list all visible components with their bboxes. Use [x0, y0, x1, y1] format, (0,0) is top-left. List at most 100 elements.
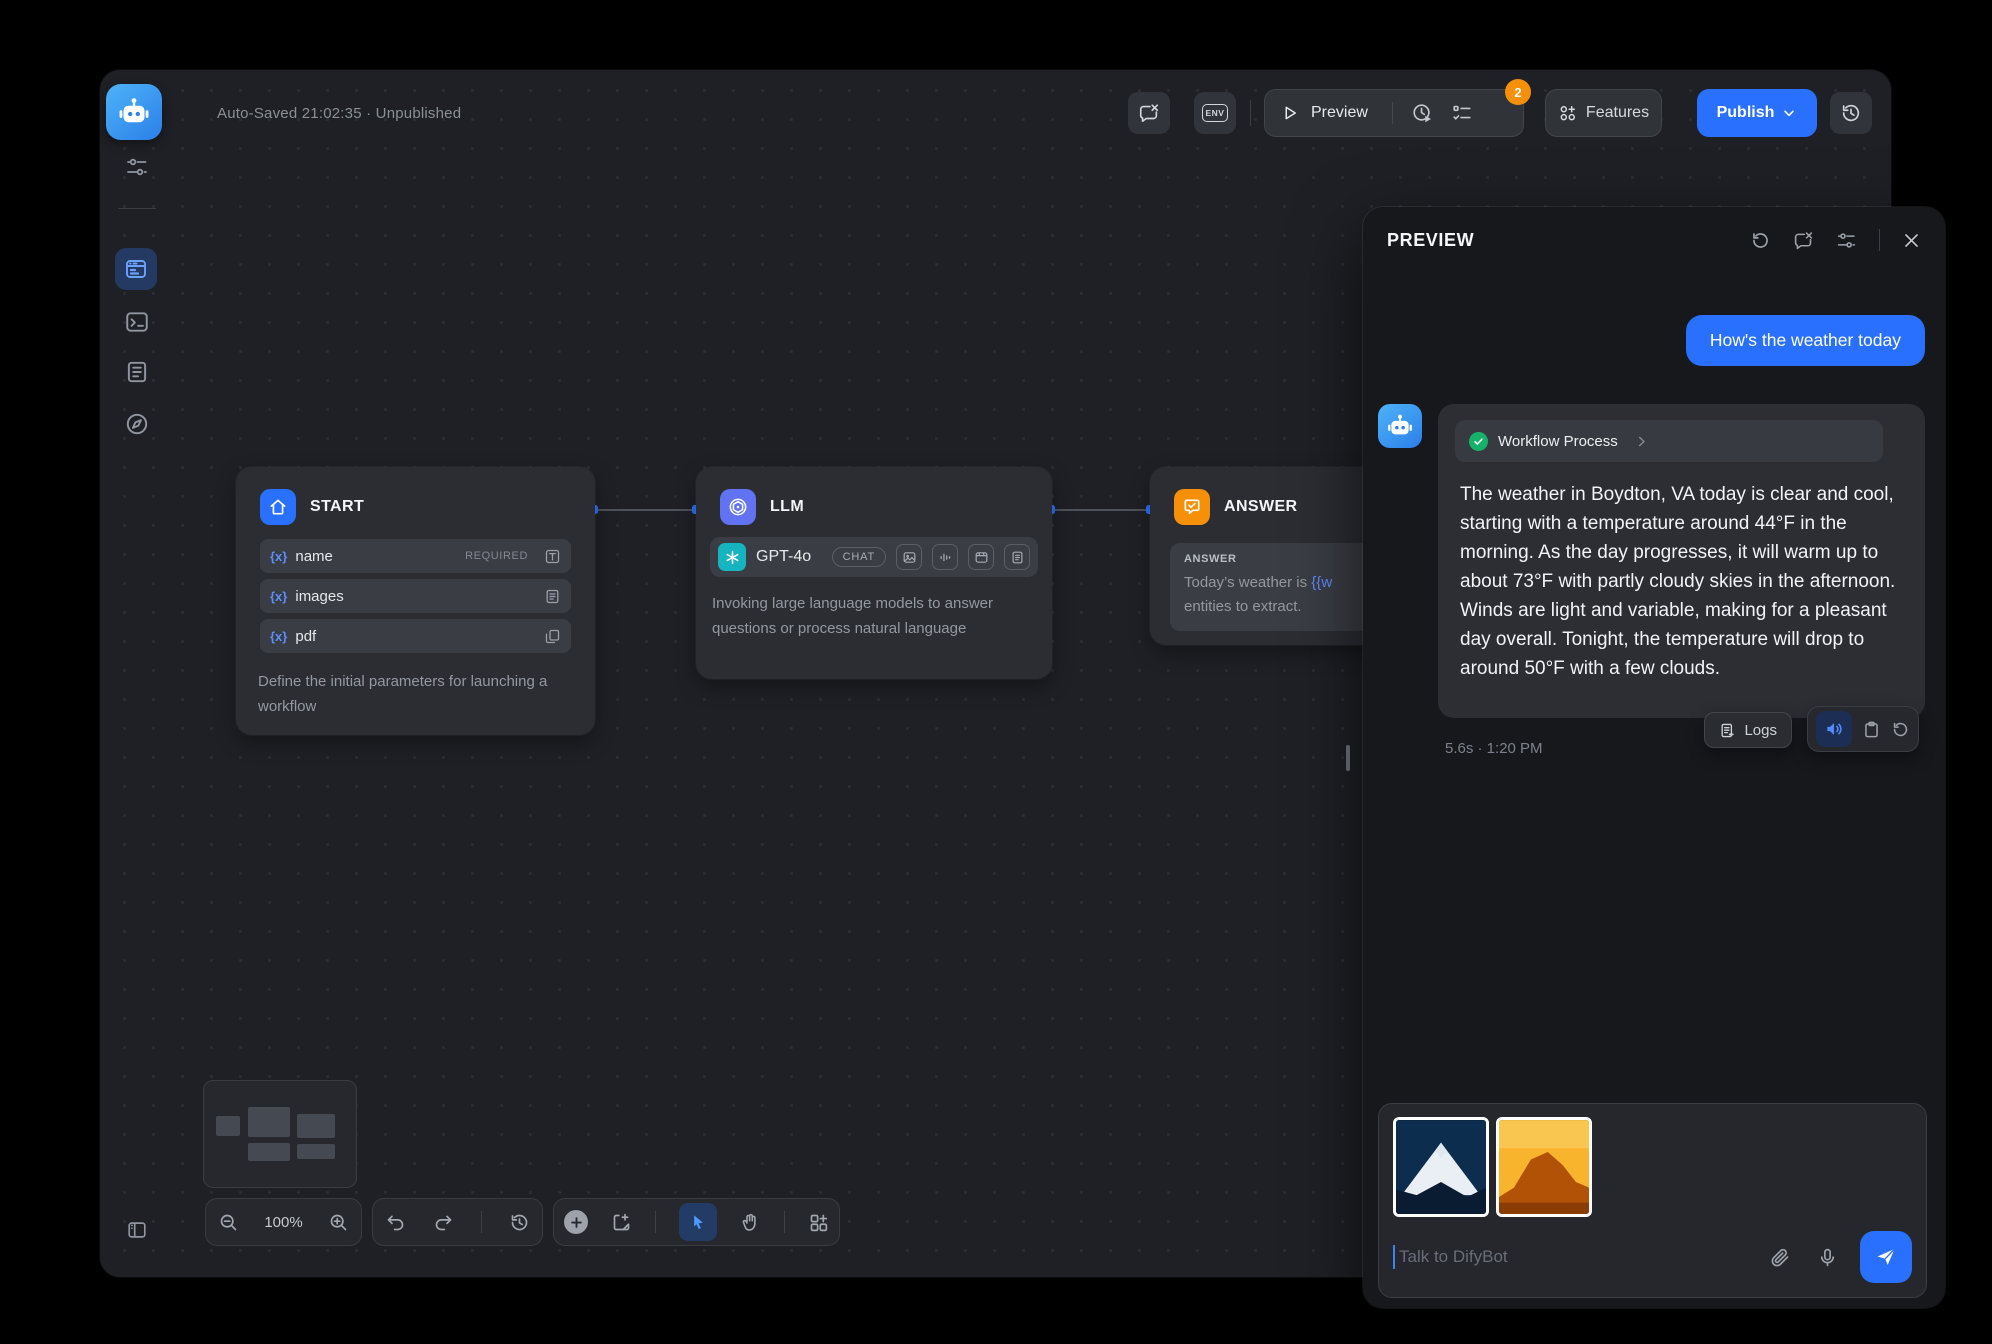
message-toolbar: [1807, 706, 1919, 752]
close-icon: [1902, 231, 1921, 250]
variable-token: {x}: [270, 629, 287, 644]
checklist-count-badge: 2: [1505, 79, 1531, 105]
field-name: pdf: [295, 628, 316, 645]
regenerate-button[interactable]: [1891, 720, 1910, 739]
redo-button[interactable]: [433, 1212, 454, 1233]
features-button[interactable]: Features: [1545, 89, 1662, 137]
preview-button[interactable]: Preview: [1311, 104, 1368, 122]
preview-panel-header: PREVIEW: [1363, 207, 1945, 273]
collapse-sidebar-button[interactable]: [126, 1219, 148, 1241]
add-note-button[interactable]: [611, 1212, 632, 1233]
chat-input-field[interactable]: Talk to DifyBot: [1399, 1247, 1508, 1267]
logs-icon: [1719, 722, 1736, 739]
toolbar-divider: [1250, 100, 1251, 126]
version-history-button[interactable]: [1830, 92, 1872, 134]
features-icon: [1558, 103, 1578, 123]
workflow-process-label: Workflow Process: [1498, 433, 1618, 450]
zoom-in-button[interactable]: [328, 1212, 349, 1233]
logs-label: Logs: [1744, 722, 1777, 739]
node-start[interactable]: START {x} name REQUIRED {x} images {x} p…: [236, 467, 595, 735]
user-message-bubble: How's the weather today: [1686, 315, 1925, 366]
sliders-icon: [125, 155, 149, 179]
send-icon: [1874, 1245, 1898, 1269]
env-icon: ENV: [1202, 104, 1229, 122]
copy-button[interactable]: [1862, 720, 1881, 739]
chat-input-row: Talk to DifyBot: [1393, 1231, 1912, 1283]
node-llm[interactable]: LLM GPT-4o CHAT: [696, 467, 1052, 679]
field-name: name: [295, 548, 333, 565]
attach-file-button[interactable]: [1770, 1247, 1791, 1268]
preview-panel: PREVIEW How's the weather today: [1363, 207, 1945, 1308]
checklist-button[interactable]: [1451, 102, 1473, 124]
sidebar-item-logs[interactable]: [124, 359, 150, 385]
text-to-speech-button-active[interactable]: [1816, 711, 1852, 747]
clipboard-icon: [1862, 720, 1881, 739]
zoom-controls: 100%: [205, 1198, 362, 1246]
restart-conversation-button[interactable]: [1750, 230, 1771, 251]
sidebar-item-workflow-active[interactable]: [115, 248, 157, 290]
pill-divider: [1392, 102, 1393, 124]
conversation-settings-button[interactable]: [1836, 230, 1857, 251]
checklist-icon: [1451, 102, 1473, 124]
files-copy-type-icon: [544, 628, 561, 645]
attached-image-orange-mountain[interactable]: [1496, 1117, 1592, 1217]
document-list-icon: [124, 359, 150, 385]
publish-label: Publish: [1717, 104, 1775, 122]
text-cursor: [1393, 1245, 1395, 1269]
chat-annotation-icon: [1138, 102, 1160, 124]
voice-input-button[interactable]: [1817, 1247, 1838, 1268]
sidebar-item-orchestrate[interactable]: [125, 155, 149, 179]
zoom-level[interactable]: 100%: [264, 1214, 302, 1231]
hand-mode-button[interactable]: [740, 1212, 761, 1233]
model-selector[interactable]: GPT-4o CHAT: [710, 537, 1038, 577]
pointer-mode-button-active[interactable]: [679, 1203, 717, 1241]
node-description: Invoking large language models to answer…: [696, 577, 1052, 661]
annotation-button[interactable]: [1793, 230, 1814, 251]
edge-start-llm: [595, 509, 696, 511]
workflow-process-toggle[interactable]: Workflow Process: [1455, 420, 1883, 462]
annotation-button[interactable]: [1128, 92, 1170, 134]
history-icon: [1840, 102, 1862, 124]
zoom-out-button[interactable]: [218, 1212, 239, 1233]
send-button[interactable]: [1860, 1231, 1912, 1283]
video-capability-icon: [968, 544, 994, 570]
microphone-icon: [1817, 1247, 1838, 1268]
undo-button[interactable]: [385, 1212, 406, 1233]
start-field-images[interactable]: {x} images: [260, 579, 571, 613]
start-field-name[interactable]: {x} name REQUIRED: [260, 539, 571, 573]
robot-icon: [1386, 412, 1414, 440]
canvas-minimap[interactable]: [203, 1080, 357, 1188]
node-title: START: [310, 498, 364, 516]
bot-message-text: The weather in Boydton, VA today is clea…: [1460, 480, 1903, 683]
sidebar-item-monitoring[interactable]: [124, 411, 150, 437]
node-title: ANSWER: [1224, 498, 1298, 516]
panel-collapse-icon: [126, 1219, 148, 1241]
text-input-type-icon: [544, 548, 561, 565]
run-history-button[interactable]: [1411, 102, 1433, 124]
add-node-button[interactable]: [564, 1210, 588, 1234]
logs-button[interactable]: Logs: [1704, 712, 1792, 748]
speaker-icon: [1824, 719, 1844, 739]
features-label: Features: [1586, 104, 1649, 122]
chevron-down-icon: [1781, 105, 1797, 121]
app-logo[interactable]: [106, 84, 162, 140]
sidebar-divider: [118, 208, 156, 209]
sidebar-item-terminal[interactable]: [124, 309, 150, 335]
start-field-pdf[interactable]: {x} pdf: [260, 619, 571, 653]
change-history-button[interactable]: [509, 1212, 530, 1233]
auto-layout-button[interactable]: [808, 1212, 829, 1233]
panel-resize-handle[interactable]: [1346, 745, 1350, 771]
close-preview-button[interactable]: [1902, 231, 1921, 250]
field-name: images: [295, 588, 343, 605]
variable-token: {x}: [270, 589, 287, 604]
home-icon: [268, 497, 288, 517]
attached-image-blue-mountain[interactable]: [1393, 1117, 1489, 1217]
environment-variables-button[interactable]: ENV: [1194, 92, 1236, 134]
chat-input-card[interactable]: Talk to DifyBot: [1378, 1103, 1927, 1298]
publish-button[interactable]: Publish: [1697, 89, 1817, 137]
document-capability-icon: [1004, 544, 1030, 570]
header-divider: [1879, 229, 1880, 251]
vision-capability-icon: [896, 544, 922, 570]
llm-brain-icon: [727, 496, 749, 518]
answer-variable-fragment: {{w: [1311, 574, 1332, 591]
